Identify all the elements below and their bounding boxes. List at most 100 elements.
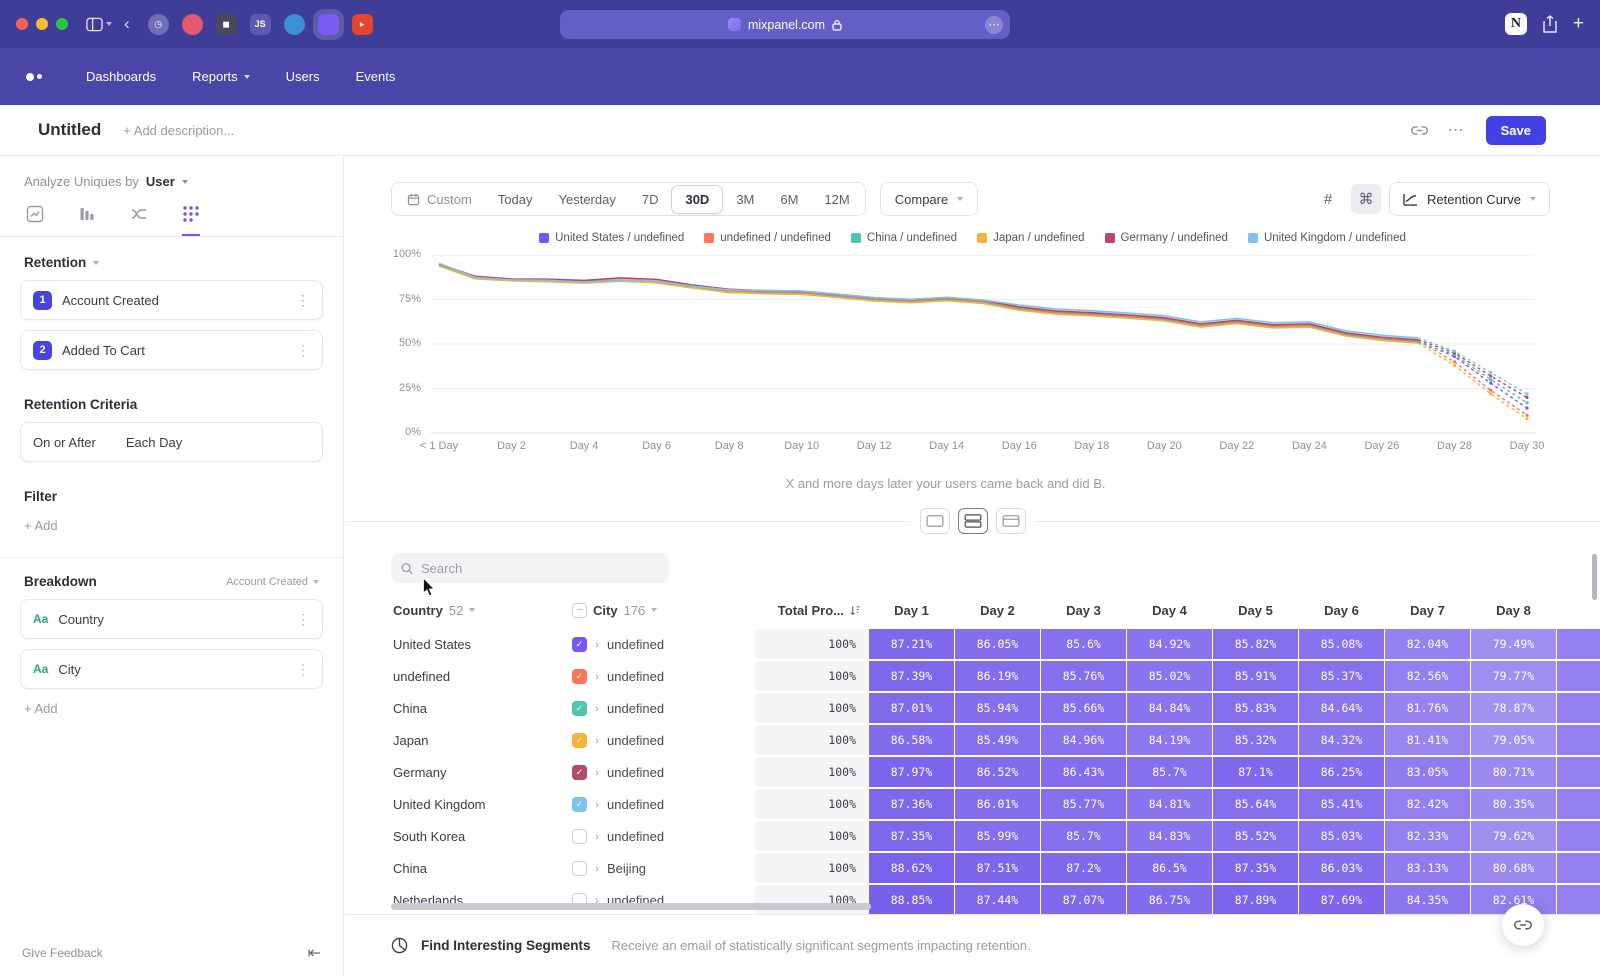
tab-insights[interactable] xyxy=(26,205,44,236)
nav-item-users[interactable]: Users xyxy=(286,69,320,84)
share-icon[interactable] xyxy=(1542,15,1558,33)
day-column-header[interactable]: Day 1 xyxy=(869,603,954,618)
window-controls[interactable] xyxy=(16,18,68,30)
expand-chevron-icon[interactable]: › xyxy=(595,861,599,875)
range-custom[interactable]: Custom xyxy=(394,183,485,215)
range-6m[interactable]: 6M xyxy=(767,183,811,215)
day-column-header[interactable]: Day 5 xyxy=(1213,603,1298,618)
more-options-icon[interactable]: ⋯ xyxy=(1448,120,1466,140)
range-12m[interactable]: 12M xyxy=(811,183,862,215)
criteria-on-or-after[interactable]: On or After xyxy=(33,435,96,450)
step-card[interactable]: 2Added To Cart⋮ xyxy=(20,330,323,370)
expand-chevron-icon[interactable]: › xyxy=(595,797,599,811)
expand-chevron-icon[interactable]: › xyxy=(595,765,599,779)
day-column-header[interactable]: Day 3 xyxy=(1041,603,1126,618)
row-checkbox[interactable]: ✓ xyxy=(572,701,587,716)
share-link-fab[interactable] xyxy=(1502,904,1544,946)
browser-favicon-js[interactable]: JS xyxy=(250,14,271,35)
chart-type-selector[interactable]: Retention Curve xyxy=(1389,182,1550,216)
kebab-menu-icon[interactable]: ⋮ xyxy=(296,661,310,678)
nav-item-reports[interactable]: Reports xyxy=(192,69,250,84)
step-card[interactable]: 1Account Created⋮ xyxy=(20,280,323,320)
minimize-window-button[interactable] xyxy=(36,18,48,30)
breakdown-card[interactable]: AaCountry⋮ xyxy=(20,599,323,639)
row-checkbox[interactable] xyxy=(572,829,587,844)
breakdown-scope-selector[interactable]: Account Created xyxy=(226,576,319,588)
page-actions-icon[interactable]: ⋯ xyxy=(985,16,1003,34)
legend-item[interactable]: undefined / undefined xyxy=(704,232,831,244)
legend-item[interactable]: United Kingdom / undefined xyxy=(1248,232,1406,244)
layout-table-only-button[interactable] xyxy=(996,508,1026,534)
day-column-header[interactable]: Day 7 xyxy=(1385,603,1470,618)
row-checkbox[interactable]: ✓ xyxy=(572,637,587,652)
tab-funnels[interactable] xyxy=(78,205,96,236)
country-column-header[interactable]: Country52 xyxy=(391,603,571,618)
add-description[interactable]: + Add description... xyxy=(123,123,234,138)
expand-chevron-icon[interactable]: › xyxy=(595,669,599,683)
legend-item[interactable]: Japan / undefined xyxy=(977,232,1084,244)
add-filter-button[interactable]: + Add xyxy=(24,518,343,533)
copy-link-icon[interactable] xyxy=(1411,122,1428,139)
save-button[interactable]: Save xyxy=(1486,116,1546,145)
kebab-menu-icon[interactable]: ⋮ xyxy=(296,292,310,309)
tab-flows[interactable] xyxy=(130,205,148,236)
range-3m[interactable]: 3M xyxy=(723,183,767,215)
browser-favicon-dot[interactable] xyxy=(182,14,203,35)
legend-item[interactable]: China / undefined xyxy=(851,232,957,244)
legend-item[interactable]: Germany / undefined xyxy=(1105,232,1228,244)
expand-chevron-icon[interactable]: › xyxy=(595,733,599,747)
table-search-input[interactable] xyxy=(421,561,659,576)
browser-favicon-globe[interactable] xyxy=(284,14,305,35)
step-label[interactable]: Added To Cart xyxy=(62,343,145,358)
address-bar[interactable]: mixpanel.com ⋯ xyxy=(560,10,1010,39)
range-today[interactable]: Today xyxy=(485,183,546,215)
nav-item-events[interactable]: Events xyxy=(356,69,396,84)
day-column-header[interactable]: Day 4 xyxy=(1127,603,1212,618)
back-button[interactable]: ‹ xyxy=(124,14,130,34)
range-yesterday[interactable]: Yesterday xyxy=(546,183,629,215)
report-title[interactable]: Untitled xyxy=(38,120,101,140)
row-checkbox[interactable] xyxy=(572,861,587,876)
segments-title[interactable]: Find Interesting Segments xyxy=(421,938,591,953)
select-all-checkbox[interactable]: – xyxy=(572,603,587,618)
nav-item-dashboards[interactable]: Dashboards xyxy=(86,69,156,84)
mixpanel-logo[interactable] xyxy=(26,73,42,81)
retention-section-header[interactable]: Retention xyxy=(24,255,319,270)
notion-extension-icon[interactable]: N xyxy=(1505,13,1527,35)
analyze-uniques-row[interactable]: Analyze Uniques by User xyxy=(0,156,343,189)
new-tab-icon[interactable]: + xyxy=(1573,13,1584,35)
layout-split-button[interactable] xyxy=(958,508,988,534)
row-checkbox[interactable]: ✓ xyxy=(572,669,587,684)
give-feedback-link[interactable]: Give Feedback xyxy=(22,946,103,960)
row-checkbox[interactable]: ✓ xyxy=(572,765,587,780)
expand-chevron-icon[interactable]: › xyxy=(595,637,599,651)
annotations-icon-button[interactable]: # xyxy=(1313,184,1343,214)
zoom-window-button[interactable] xyxy=(56,18,68,30)
tab-retention[interactable] xyxy=(182,205,200,236)
kebab-menu-icon[interactable]: ⋮ xyxy=(296,342,310,359)
criteria-card[interactable]: On or After Each Day xyxy=(20,422,323,462)
browser-favicon-video[interactable]: ▸ xyxy=(352,14,373,35)
compare-button[interactable]: Compare xyxy=(880,182,978,216)
keyboard-shortcuts-icon-button[interactable]: ⌘ xyxy=(1351,184,1381,214)
browser-favicon-clock[interactable]: ◷ xyxy=(148,14,169,35)
browser-favicon-cube[interactable]: ◼ xyxy=(216,14,237,35)
breakdown-property-label[interactable]: City xyxy=(58,662,80,677)
close-window-button[interactable] xyxy=(16,18,28,30)
vertical-scrollbar-thumb[interactable] xyxy=(1592,554,1597,600)
row-checkbox[interactable]: ✓ xyxy=(572,797,587,812)
row-checkbox[interactable]: ✓ xyxy=(572,733,587,748)
day-column-header[interactable]: Day 2 xyxy=(955,603,1040,618)
breakdown-property-label[interactable]: Country xyxy=(58,612,104,627)
range-30d[interactable]: 30D xyxy=(671,185,723,214)
criteria-each-day[interactable]: Each Day xyxy=(126,435,182,450)
day-column-header[interactable]: Day 6 xyxy=(1299,603,1384,618)
city-column-header[interactable]: –City176 xyxy=(572,603,754,618)
layout-chart-only-button[interactable] xyxy=(920,508,950,534)
total-column-header[interactable]: Total Pro... xyxy=(755,603,868,618)
breakdown-card[interactable]: AaCity⋮ xyxy=(20,649,323,689)
step-label[interactable]: Account Created xyxy=(62,293,159,308)
browser-sidebar-toggle[interactable] xyxy=(86,17,112,32)
collapse-sidebar-icon[interactable]: ⇤ xyxy=(308,943,321,963)
expand-chevron-icon[interactable]: › xyxy=(595,701,599,715)
